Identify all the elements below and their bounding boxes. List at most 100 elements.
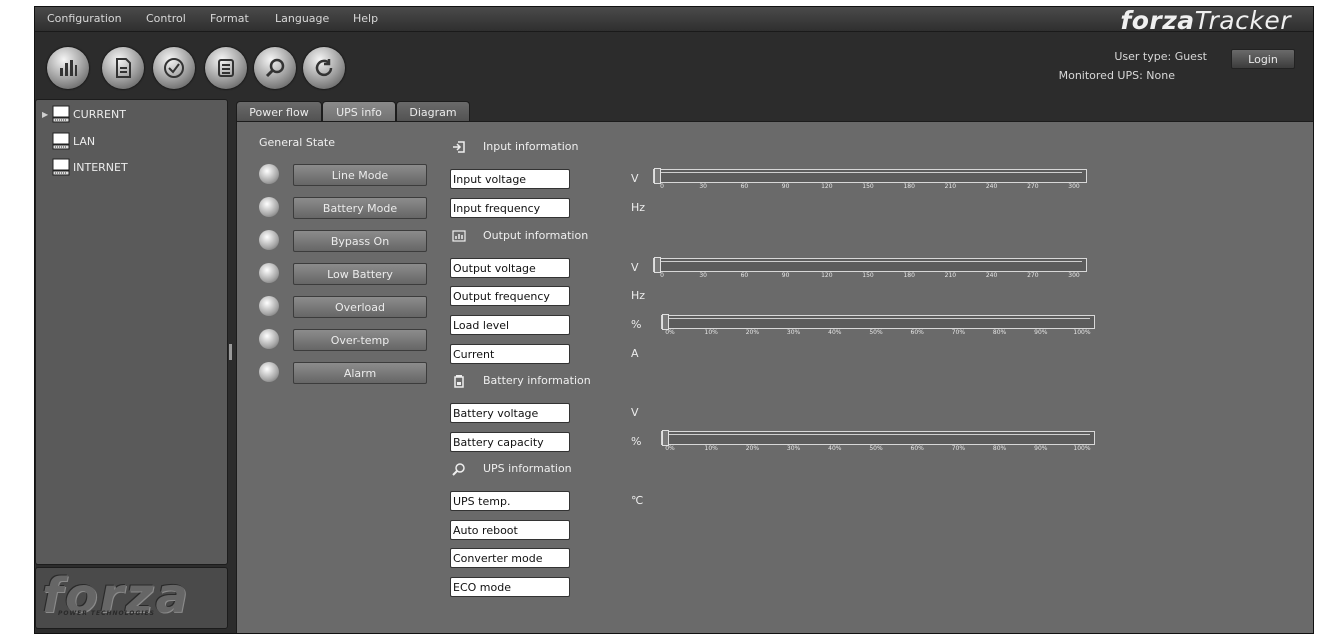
gauge-tick-label: 90	[781, 183, 790, 190]
battery-mode-icon	[259, 197, 279, 217]
line-mode-indicator: Line Mode	[293, 164, 427, 186]
output-voltage-field: Output voltage	[450, 258, 570, 278]
list-icon[interactable]	[205, 47, 247, 89]
tab-diagram[interactable]: Diagram	[396, 101, 470, 123]
gauge-tick-label: 0%	[665, 329, 675, 336]
alarm-icon	[259, 362, 279, 382]
input-info-title: Input information	[483, 140, 579, 153]
tree-item-current[interactable]: ▶ CURRENT	[42, 104, 126, 124]
gauge-tick-label: 30	[699, 272, 708, 279]
gauge-handle	[654, 257, 661, 273]
battery-capacity-unit: %	[631, 435, 642, 448]
output-frequency-unit: Hz	[631, 289, 646, 302]
gauge-tick-label: 40%	[828, 445, 842, 452]
gauge-handle	[654, 168, 661, 184]
gauge-tick-label: 20%	[745, 445, 760, 452]
over-temp-icon	[259, 329, 279, 349]
gauge-tick-label: 100%	[1073, 329, 1091, 336]
forza-logo: forza POWER TECHNOLOGIES	[35, 567, 228, 629]
input-voltage-field: Input voltage	[450, 169, 570, 189]
menu-configuration[interactable]: Configuration	[47, 12, 122, 25]
gauge-tick-label: 70%	[951, 329, 966, 336]
tree-item-label: INTERNET	[73, 160, 128, 174]
menu-format[interactable]: Format	[210, 12, 249, 25]
load-level-field: Load level	[450, 315, 570, 335]
gauge-tick-label: 60%	[910, 329, 924, 336]
input-frequency-field: Input frequency	[450, 198, 570, 218]
bypass-indicator: Bypass On	[293, 230, 427, 252]
input-voltage-unit: V	[631, 172, 639, 185]
gauge-tick-label: 80%	[992, 329, 1007, 336]
gauge-tick-label: 240	[985, 183, 998, 190]
gauge-handle	[662, 314, 669, 330]
battery-icon	[454, 375, 464, 388]
gauge-tick-label: 50%	[869, 445, 883, 452]
gauge-tick-label: 20%	[745, 329, 760, 336]
gauge-track	[660, 261, 1082, 262]
overload-icon	[259, 296, 279, 316]
menu-language[interactable]: Language	[275, 12, 329, 25]
search-icon[interactable]	[254, 47, 296, 89]
alarm-indicator: Alarm	[293, 362, 427, 384]
gauge-tick-label: 270	[1027, 183, 1039, 190]
over-temp-indicator: Over-temp	[293, 329, 427, 351]
gauge-tick-label: 150	[862, 183, 874, 190]
login-button[interactable]: Login	[1231, 49, 1295, 69]
load-level-unit: %	[631, 318, 642, 331]
output-info-title: Output information	[483, 229, 589, 242]
tab-ups-info[interactable]: UPS info	[322, 101, 396, 123]
load-level-gauge: 0% 10% 20% 30% 40% 50% 60% 70% 80% 90% 100%	[661, 314, 1095, 336]
gauge-tick-label: 0%	[665, 445, 675, 452]
brand-logo: forzaTracker	[1120, 6, 1291, 35]
eco-mode-field: ECO mode	[450, 577, 570, 597]
tree-item-lan[interactable]: LAN	[52, 131, 95, 151]
menu-help[interactable]: Help	[353, 12, 378, 25]
gauge-tick-label: 90	[781, 272, 790, 279]
gauge-tick-label: 300	[1068, 272, 1080, 279]
bar-chart-icon[interactable]	[47, 47, 89, 89]
gauge-tick-label: 120	[821, 272, 833, 279]
gauge-tick-label: 60	[740, 272, 749, 279]
menu-control[interactable]: Control	[146, 12, 186, 25]
gauge-handle	[662, 430, 669, 446]
gauge-tick-label: 30%	[786, 329, 801, 336]
general-state-title: General State	[259, 136, 335, 149]
auto-reboot-field: Auto reboot	[450, 520, 570, 540]
gauge-tick-label: 150	[862, 272, 874, 279]
gauge-tick-label: 120	[821, 183, 833, 190]
tree-item-label: CURRENT	[73, 107, 126, 121]
gauge-tick-label: 0	[660, 272, 664, 279]
overload-indicator: Overload	[293, 296, 427, 318]
tree-item-label: LAN	[73, 134, 96, 148]
logo-subtitle: POWER TECHNOLOGIES	[58, 610, 155, 617]
gauge-tick-label: 90%	[1034, 445, 1048, 452]
ups-info-panel: General State Line Mode Battery Mode Byp…	[236, 121, 1313, 633]
battery-voltage-field: Battery voltage	[450, 403, 570, 423]
document-icon[interactable]	[102, 47, 144, 89]
input-icon	[453, 141, 465, 153]
expand-arrow-icon[interactable]: ▶	[42, 110, 52, 119]
line-mode-icon	[259, 164, 279, 184]
refresh-icon[interactable]	[303, 47, 345, 89]
gauge-tick-label: 80%	[992, 445, 1007, 452]
low-battery-indicator: Low Battery	[293, 263, 427, 285]
tree-item-internet[interactable]: INTERNET	[52, 157, 128, 177]
battery-mode-indicator: Battery Mode	[293, 197, 427, 219]
panel-splitter[interactable]	[229, 344, 232, 360]
menu-bar: Configuration Control Format Language He…	[35, 6, 1313, 35]
device-tree: ▶ CURRENT LAN INTERNET	[35, 99, 228, 565]
computer-icon	[52, 132, 70, 150]
bypass-icon	[259, 230, 279, 250]
gauge-track	[668, 434, 1090, 435]
gauge-tick-label: 100%	[1073, 445, 1091, 452]
check-icon[interactable]	[153, 47, 195, 89]
ups-temp-field: UPS temp.	[450, 491, 570, 511]
gauge-tick-label: 40%	[828, 329, 842, 336]
gauge-tick-label: 210	[944, 272, 957, 279]
tab-power-flow[interactable]: Power flow	[236, 101, 322, 123]
gauge-tick-label: 70%	[951, 445, 966, 452]
gauge-tick-label: 30	[699, 183, 708, 190]
gauge-tick-label: 30%	[786, 445, 801, 452]
gauge-tick-label: 90%	[1034, 329, 1048, 336]
gauge-tick-label: 180	[903, 183, 915, 190]
